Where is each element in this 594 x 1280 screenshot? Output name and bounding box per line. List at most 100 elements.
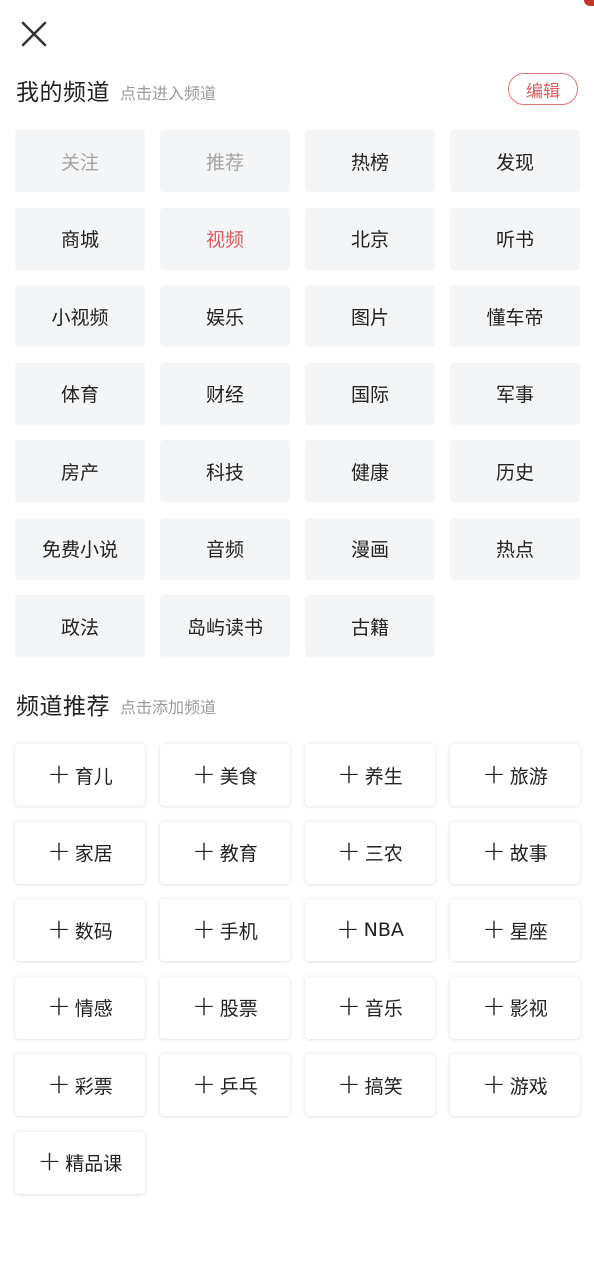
plus-icon: +	[482, 1066, 506, 1100]
recommended-channel-item[interactable]: + 搞笑	[305, 1054, 435, 1116]
plus-icon: +	[47, 911, 71, 945]
recommended-channel-label: 教育	[219, 843, 258, 865]
my-channel-item[interactable]: 图片	[305, 285, 435, 347]
edit-button[interactable]: 编辑	[508, 73, 578, 105]
my-channel-item[interactable]: 科技	[160, 440, 290, 502]
plus-icon: +	[192, 834, 216, 867]
recommended-grid: + 育儿 + 美食 + 养生 + 旅游 + 家居 + 教育 + 三农 + 故事 + 数码 + 手机 + NBA + 星座 + 情感…	[15, 744, 580, 1194]
my-channel-item[interactable]: 发现	[450, 130, 580, 192]
recommended-channel-item[interactable]: + 游戏	[450, 1054, 580, 1116]
my-channel-item[interactable]: 免费小说	[15, 517, 145, 580]
recommended-channel-item[interactable]: + 养生	[305, 744, 435, 806]
plus-icon: +	[337, 756, 361, 790]
recommended-channel-label: 情感	[74, 998, 113, 1020]
my-channel-item[interactable]: 娱乐	[160, 285, 290, 347]
recommended-channel-item[interactable]: + 美食	[160, 744, 290, 806]
recommended-channel-label: 股票	[219, 998, 258, 1020]
recommended-channel-item[interactable]: + 育儿	[15, 744, 145, 806]
plus-icon: +	[482, 756, 506, 790]
recommended-channel-item[interactable]: + 乒乓	[160, 1054, 290, 1116]
recommended-header: 频道推荐 点击添加频道	[16, 684, 578, 724]
channel-manager-page: 我的频道 点击进入频道 编辑 关注 推荐 热榜 发现商城 视频 北京 听书小视频 娱乐 图片 懂车…	[0, 0, 594, 1280]
top-accent-bar	[584, 0, 594, 6]
recommended-channel-label: NBA	[363, 919, 404, 941]
my-channels-grid: 关注 推荐 热榜 发现商城 视频 北京 听书小视频 娱乐 图片 懂车帝体育 财经 国际 军事房产 科技 健康…	[15, 130, 580, 657]
recommended-channel-label: 星座	[509, 920, 548, 943]
recommended-channel-item[interactable]: + 故事	[450, 821, 580, 884]
recommended-channel-item[interactable]: + 音乐	[305, 976, 435, 1039]
recommended-channel-label: 游戏	[509, 1075, 548, 1098]
recommended-channel-item[interactable]: + 彩票	[15, 1054, 145, 1116]
recommended-channel-label: 搞笑	[364, 1075, 403, 1098]
my-channel-item[interactable]: 音频	[160, 517, 290, 580]
my-channel-item[interactable]: 漫画	[305, 517, 435, 580]
recommended-channel-label: 家居	[74, 843, 113, 865]
plus-icon: +	[47, 1066, 71, 1100]
plus-icon: +	[337, 834, 361, 867]
my-channel-item[interactable]: 关注	[15, 130, 145, 192]
recommended-channel-item[interactable]: + 影视	[450, 976, 580, 1039]
my-channels-hint: 点击进入频道	[120, 84, 217, 103]
recommended-title: 频道推荐	[16, 694, 110, 720]
my-channel-item[interactable]: 视频	[160, 207, 290, 270]
recommended-channel-item[interactable]: + 股票	[160, 976, 290, 1039]
my-channel-item[interactable]: 体育	[15, 362, 145, 425]
plus-icon: +	[192, 756, 216, 790]
my-channel-item[interactable]: 政法	[15, 595, 145, 657]
my-channel-item[interactable]: 小视频	[15, 285, 145, 347]
recommended-channel-label: 影视	[509, 998, 548, 1020]
recommended-channel-label: 乒乓	[219, 1075, 258, 1098]
my-channel-item[interactable]: 房产	[15, 440, 145, 502]
plus-icon: +	[47, 989, 71, 1022]
recommended-channel-item[interactable]: + 精品课	[15, 1131, 145, 1194]
my-channel-item[interactable]: 懂车帝	[450, 285, 580, 347]
recommended-channel-item[interactable]: + 家居	[15, 821, 145, 884]
recommended-channel-label: 精品课	[65, 1153, 123, 1175]
recommended-channel-item[interactable]: + 手机	[160, 899, 290, 961]
plus-icon: +	[337, 1066, 361, 1100]
close-button[interactable]	[16, 16, 52, 52]
recommended-channel-item[interactable]: + 旅游	[450, 744, 580, 806]
my-channel-item[interactable]: 岛屿读书	[160, 595, 290, 657]
my-channel-item[interactable]: 财经	[160, 362, 290, 425]
recommended-channel-item[interactable]: + 教育	[160, 821, 290, 884]
my-channel-item[interactable]: 古籍	[305, 595, 435, 657]
close-icon	[21, 21, 47, 47]
my-channel-item[interactable]: 商城	[15, 207, 145, 270]
plus-icon: +	[337, 989, 361, 1022]
recommended-channel-item[interactable]: + NBA	[305, 899, 435, 961]
my-channel-item[interactable]: 历史	[450, 440, 580, 502]
recommended-channel-label: 彩票	[74, 1075, 113, 1098]
plus-icon: +	[37, 1144, 62, 1177]
recommended-channel-label: 养生	[364, 765, 403, 788]
recommended-channel-label: 手机	[219, 920, 258, 943]
recommended-channel-label: 育儿	[74, 765, 113, 788]
recommended-channel-label: 美食	[219, 765, 258, 788]
recommended-channel-label: 音乐	[364, 998, 403, 1020]
my-channel-item[interactable]: 健康	[305, 440, 435, 502]
recommended-channel-label: 三农	[364, 843, 403, 865]
my-channel-item[interactable]: 听书	[450, 207, 580, 270]
recommended-channel-item[interactable]: + 数码	[15, 899, 145, 961]
my-channel-item[interactable]: 国际	[305, 362, 435, 425]
recommended-channel-item[interactable]: + 情感	[15, 976, 145, 1039]
recommended-hint: 点击添加频道	[120, 698, 217, 717]
my-channel-item[interactable]: 热点	[450, 517, 580, 580]
my-channel-item[interactable]: 热榜	[305, 130, 435, 192]
plus-icon: +	[482, 834, 506, 867]
plus-icon: +	[192, 989, 216, 1022]
my-channel-item[interactable]: 推荐	[160, 130, 290, 192]
recommended-channel-label: 旅游	[509, 765, 548, 788]
plus-icon: +	[47, 834, 71, 867]
plus-icon: +	[47, 756, 71, 790]
plus-icon: +	[192, 911, 216, 945]
plus-icon: +	[482, 989, 506, 1022]
recommended-channel-item[interactable]: + 三农	[305, 821, 435, 884]
my-channels-header: 我的频道 点击进入频道 编辑	[16, 70, 578, 110]
recommended-channel-item[interactable]: + 星座	[450, 899, 580, 961]
my-channel-item[interactable]: 军事	[450, 362, 580, 425]
plus-icon: +	[482, 911, 506, 945]
my-channel-item[interactable]: 北京	[305, 207, 435, 270]
recommended-channel-label: 数码	[74, 920, 113, 943]
plus-icon: +	[336, 911, 360, 945]
